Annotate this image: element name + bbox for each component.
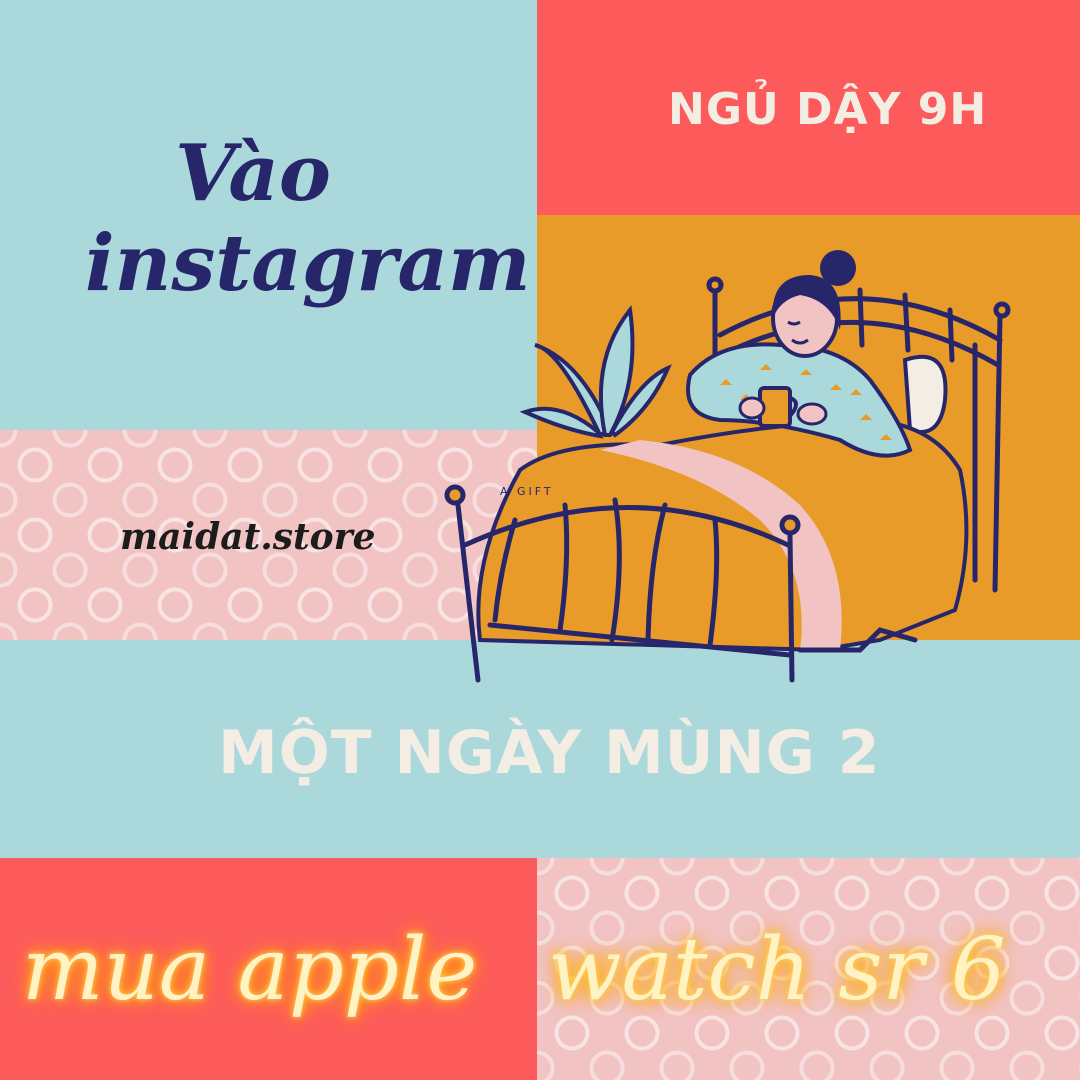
title-line-1: Vào (175, 128, 331, 219)
title-line-2: instagram (85, 218, 531, 309)
gift-tag: A GIFT (500, 485, 554, 498)
store-name: maidat.store (120, 516, 376, 558)
wake-up-heading: NGỦ DẬY 9H (668, 84, 988, 135)
day-heading: MỘT NGÀY MÙNG 2 (218, 718, 881, 788)
neon-text-part-1: mua apple (22, 920, 478, 1020)
neon-text-part-2: watch sr 6 (548, 920, 1006, 1020)
